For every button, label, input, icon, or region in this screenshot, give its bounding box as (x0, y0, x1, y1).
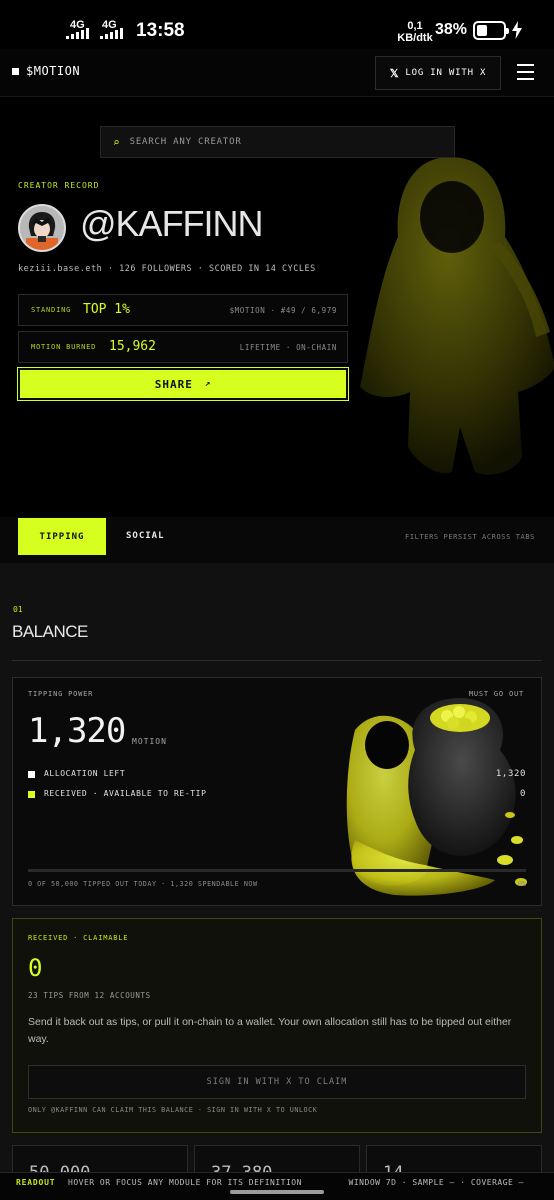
share-button-label: SHARE (154, 377, 193, 391)
battery-percentage: 38% (435, 21, 468, 38)
creator-handle: @KAFFINN (80, 203, 264, 244)
tipping-power-amount: 1,320 (28, 711, 126, 751)
battery-icon (473, 21, 509, 40)
sign-in-to-claim-button[interactable]: SIGN IN WITH X TO CLAIM (28, 1065, 526, 1099)
motion-burned-value: 15,962 (109, 339, 156, 354)
tipping-power-label: TIPPING POWER (28, 690, 94, 698)
stat-card-1[interactable]: 50,000 (12, 1145, 188, 1183)
brand-logo-icon (12, 68, 19, 75)
hooded-figure-illustration (360, 157, 554, 475)
motion-burned-label: MOTION BURNED (31, 343, 97, 351)
charging-icon (512, 21, 522, 39)
must-go-out-label: MUST GO OUT (468, 690, 524, 698)
search-icon: ⌕ (113, 135, 120, 149)
allocation-left-row: ALLOCATION LEFT 1,320 (28, 769, 526, 781)
allocation-left-label: ALLOCATION LEFT (44, 769, 126, 778)
tipping-power-unit: MOTION (132, 737, 167, 746)
received-available-swatch (28, 791, 35, 798)
hamburger-menu-icon[interactable] (517, 64, 534, 80)
sign-in-to-claim-label: SIGN IN WITH X TO CLAIM (206, 1077, 348, 1087)
x-logo-icon: 𝕏 (389, 67, 400, 80)
tab-tipping[interactable]: TIPPING (18, 518, 106, 555)
tipped-out-footnote: 0 OF 50,000 TIPPED OUT TODAY · 1,320 SPE… (28, 880, 258, 888)
claim-note: ONLY @KAFFINN CAN CLAIM THIS BALANCE · S… (28, 1106, 318, 1114)
home-indicator[interactable] (230, 1190, 324, 1194)
received-available-value: 0 (519, 789, 526, 799)
arrow-up-right-icon: ↗ (204, 379, 212, 389)
stat-card-2[interactable]: 37,380 (194, 1145, 360, 1183)
section-number: 01 (13, 605, 23, 614)
motion-burned-stat: MOTION BURNED 15,962 LIFETIME · ON-CHAIN (18, 331, 348, 363)
standing-label: STANDING (31, 306, 72, 314)
avatar-illustration (20, 206, 64, 250)
allocation-left-swatch (28, 771, 35, 778)
creator-meta: keziii.base.eth · 126 FOLLOWERS · SCORED… (18, 264, 316, 274)
brand-name[interactable]: $MOTION (26, 64, 80, 78)
network-speed-value: 0,1 (407, 20, 423, 32)
standing-rank: $MOTION · #49 / 6,979 (229, 306, 337, 315)
network-speed: 0,1 KB/dtk (396, 20, 434, 44)
filters-note: FILTERS PERSIST ACROSS TABS (405, 533, 535, 541)
network-speed-unit: KB/dtk (397, 32, 433, 44)
section-label-creator-record: CREATOR RECORD (18, 181, 100, 190)
clock: 13:58 (136, 20, 185, 41)
received-available-label: RECEIVED · AVAILABLE TO RE-TIP (44, 789, 207, 798)
section-divider (12, 660, 542, 661)
section-title: BALANCE (12, 622, 88, 641)
login-with-x-button[interactable]: 𝕏 LOG IN WITH X (375, 56, 501, 90)
received-claimable-label: RECEIVED · CLAIMABLE (28, 934, 129, 942)
signal-icon-1 (66, 28, 89, 39)
motion-burned-scope: LIFETIME · ON-CHAIN (239, 343, 337, 352)
creator-search-input[interactable]: ⌕ SEARCH ANY CREATOR (100, 126, 455, 158)
received-claimable-amount: 0 (28, 954, 43, 982)
avatar (18, 204, 66, 252)
received-available-row: RECEIVED · AVAILABLE TO RE-TIP 0 (28, 789, 526, 801)
received-description: Send it back out as tips, or pull it on-… (28, 1016, 512, 1045)
signal-icon-2 (100, 28, 123, 39)
stat-card-3[interactable]: 14 (366, 1145, 542, 1183)
share-button[interactable]: SHARE ↗ (17, 367, 349, 401)
received-tips-summary: 23 TIPS FROM 12 ACCOUNTS (28, 991, 151, 1000)
tipped-out-percentage: 0% (517, 880, 526, 888)
readout-window-info: WINDOW 7D · SAMPLE — · COVERAGE — (348, 1178, 524, 1187)
tab-social[interactable]: SOCIAL (126, 531, 165, 541)
search-placeholder: SEARCH ANY CREATOR (129, 137, 242, 147)
login-button-label: LOG IN WITH X (405, 68, 487, 78)
readout-label: READOUT (16, 1178, 56, 1187)
tab-tipping-label: TIPPING (39, 531, 85, 542)
readout-hint: HOVER OR FOCUS ANY MODULE FOR ITS DEFINI… (68, 1178, 302, 1187)
allocation-left-value: 1,320 (495, 769, 526, 779)
standing-stat: STANDING TOP 1% $MOTION · #49 / 6,979 (18, 294, 348, 326)
standing-value: TOP 1% (83, 302, 130, 317)
tipped-out-progress-bar (28, 869, 526, 872)
